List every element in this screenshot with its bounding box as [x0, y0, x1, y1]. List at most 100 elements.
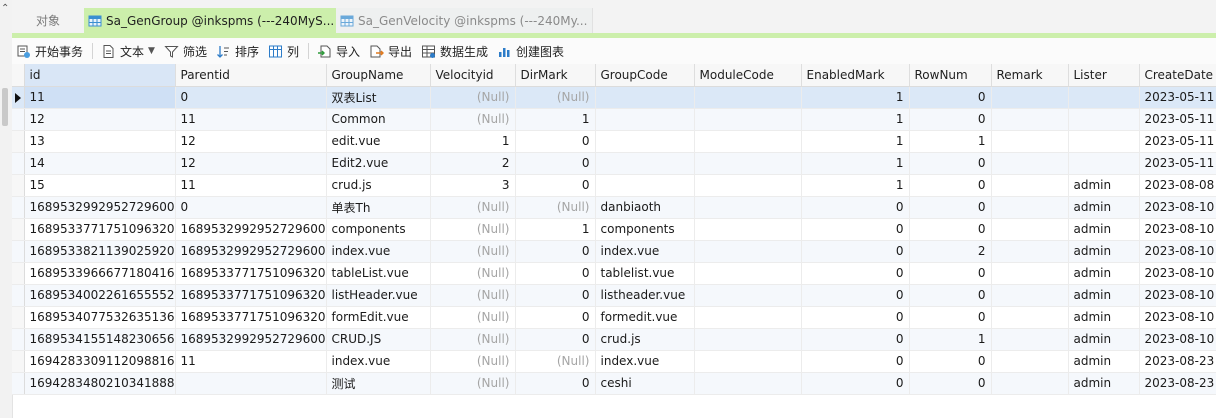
create-chart-button[interactable]: 创建图表	[493, 40, 569, 62]
columns-button[interactable]: 列	[264, 40, 304, 62]
cell-createdate[interactable]: 2023-05-11	[1139, 86, 1216, 109]
row-indicator[interactable]	[12, 174, 25, 197]
table-row[interactable]: 1689534002261655552 1689533771751096320 li…	[12, 284, 1216, 307]
cell-enabledmark[interactable]: 0	[801, 196, 910, 219]
cell-dirmark[interactable]: (Null)	[515, 196, 596, 219]
cell-modulecode[interactable]	[694, 240, 802, 263]
cell-id[interactable]: 12	[24, 108, 176, 131]
cell-groupname[interactable]: index.vue	[326, 240, 431, 263]
cell-velocityid[interactable]: (Null)	[430, 350, 516, 373]
cell-velocityid[interactable]: (Null)	[430, 86, 516, 109]
cell-dirmark[interactable]: 0	[515, 328, 596, 351]
cell-rownum[interactable]: 1	[909, 328, 992, 351]
cell-enabledmark[interactable]: 0	[801, 218, 910, 241]
cell-velocityid[interactable]: (Null)	[430, 372, 516, 395]
cell-modulecode[interactable]	[694, 262, 802, 285]
cell-id[interactable]: 1689533821139025920	[24, 240, 176, 263]
cell-velocityid[interactable]: (Null)	[430, 196, 516, 219]
cell-groupname[interactable]: Edit2.vue	[326, 152, 431, 175]
cell-createdate[interactable]: 2023-08-23	[1139, 372, 1216, 395]
cell-remark[interactable]	[991, 108, 1069, 131]
column-header-modulecode[interactable]: ModuleCode	[694, 64, 802, 87]
cell-lister[interactable]	[1068, 86, 1140, 109]
cell-createdate[interactable]: 2023-08-10	[1139, 218, 1216, 241]
cell-id[interactable]: 13	[24, 130, 176, 153]
cell-remark[interactable]	[991, 218, 1069, 241]
cell-modulecode[interactable]	[694, 152, 802, 175]
cell-rownum[interactable]: 0	[909, 350, 992, 373]
cell-groupname[interactable]: 测试	[326, 372, 431, 395]
cell-dirmark[interactable]: 1	[515, 108, 596, 131]
column-header-groupname[interactable]: GroupName	[326, 64, 431, 87]
begin-transaction-button[interactable]: 开始事务	[12, 40, 88, 62]
cell-lister[interactable]: admin	[1068, 328, 1140, 351]
cell-velocityid[interactable]: 1	[430, 130, 516, 153]
cell-rownum[interactable]: 1	[909, 130, 992, 153]
cell-modulecode[interactable]	[694, 196, 802, 219]
cell-groupname[interactable]: index.vue	[326, 350, 431, 373]
cell-parentid[interactable]: 11	[175, 174, 327, 197]
cell-modulecode[interactable]	[694, 284, 802, 307]
cell-velocityid[interactable]: (Null)	[430, 240, 516, 263]
cell-dirmark[interactable]: 0	[515, 284, 596, 307]
cell-groupcode[interactable]: index.vue	[595, 350, 695, 373]
cell-id[interactable]: 15	[24, 174, 176, 197]
cell-id[interactable]: 1689534155148230656	[24, 328, 176, 351]
cell-enabledmark[interactable]: 0	[801, 306, 910, 329]
column-header-remark[interactable]: Remark	[991, 64, 1069, 87]
cell-createdate[interactable]: 2023-08-10	[1139, 284, 1216, 307]
cell-rownum[interactable]: 0	[909, 174, 992, 197]
cell-parentid[interactable]: 0	[175, 196, 327, 219]
column-header-velocityid[interactable]: Velocityid	[430, 64, 516, 87]
cell-parentid[interactable]: 1689533771751096320	[175, 262, 327, 285]
cell-dirmark[interactable]: 0	[515, 372, 596, 395]
row-indicator[interactable]	[12, 284, 25, 307]
cell-enabledmark[interactable]: 0	[801, 350, 910, 373]
cell-dirmark[interactable]: 0	[515, 174, 596, 197]
cell-velocityid[interactable]: (Null)	[430, 328, 516, 351]
cell-groupname[interactable]: components	[326, 218, 431, 241]
cell-enabledmark[interactable]: 0	[801, 372, 910, 395]
cell-createdate[interactable]: 2023-08-08	[1139, 174, 1216, 197]
cell-remark[interactable]	[991, 130, 1069, 153]
cell-lister[interactable]: admin	[1068, 262, 1140, 285]
cell-groupcode[interactable]: tablelist.vue	[595, 262, 695, 285]
table-row[interactable]: 1694283480210341888 测试 (Null) 0 ceshi 0 0 admin…	[12, 372, 1216, 395]
cell-modulecode[interactable]	[694, 108, 802, 131]
cell-createdate[interactable]: 2023-05-11	[1139, 152, 1216, 175]
cell-parentid[interactable]	[175, 372, 327, 395]
cell-groupname[interactable]: 双表List	[326, 86, 431, 109]
cell-lister[interactable]	[1068, 108, 1140, 131]
column-header-rownum[interactable]: RowNum	[909, 64, 992, 87]
cell-lister[interactable]: admin	[1068, 174, 1140, 197]
cell-enabledmark[interactable]: 0	[801, 284, 910, 307]
row-indicator[interactable]	[12, 152, 25, 175]
cell-lister[interactable]: admin	[1068, 196, 1140, 219]
column-header-enabledmark[interactable]: EnabledMark	[801, 64, 910, 87]
cell-remark[interactable]	[991, 350, 1069, 373]
cell-parentid[interactable]: 11	[175, 350, 327, 373]
cell-id[interactable]: 1694283309112098816	[24, 350, 176, 373]
filter-button[interactable]: 筛选	[160, 40, 212, 62]
tab-sa-gengroup[interactable]: Sa_GenGroup @inkspms (---240MyS...	[84, 8, 336, 33]
cell-rownum[interactable]: 2	[909, 240, 992, 263]
cell-id[interactable]: 1689534002261655552	[24, 284, 176, 307]
cell-groupname[interactable]: Common	[326, 108, 431, 131]
cell-rownum[interactable]: 0	[909, 152, 992, 175]
row-indicator[interactable]	[12, 372, 25, 395]
cell-groupname[interactable]: formEdit.vue	[326, 306, 431, 329]
row-indicator[interactable]	[12, 262, 25, 285]
table-row[interactable]: 1689533821139025920 1689532992952729600 in…	[12, 240, 1216, 263]
cell-modulecode[interactable]	[694, 306, 802, 329]
cell-groupcode[interactable]: formedit.vue	[595, 306, 695, 329]
cell-rownum[interactable]: 0	[909, 372, 992, 395]
row-indicator[interactable]	[12, 130, 25, 153]
cell-groupcode[interactable]	[595, 130, 695, 153]
cell-dirmark[interactable]: (Null)	[515, 86, 596, 109]
cell-parentid[interactable]: 1689532992952729600	[175, 240, 327, 263]
cell-remark[interactable]	[991, 174, 1069, 197]
cell-parentid[interactable]: 1689532992952729600	[175, 218, 327, 241]
cell-id[interactable]: 1689534077532635136	[24, 306, 176, 329]
cell-remark[interactable]	[991, 86, 1069, 109]
cell-remark[interactable]	[991, 328, 1069, 351]
